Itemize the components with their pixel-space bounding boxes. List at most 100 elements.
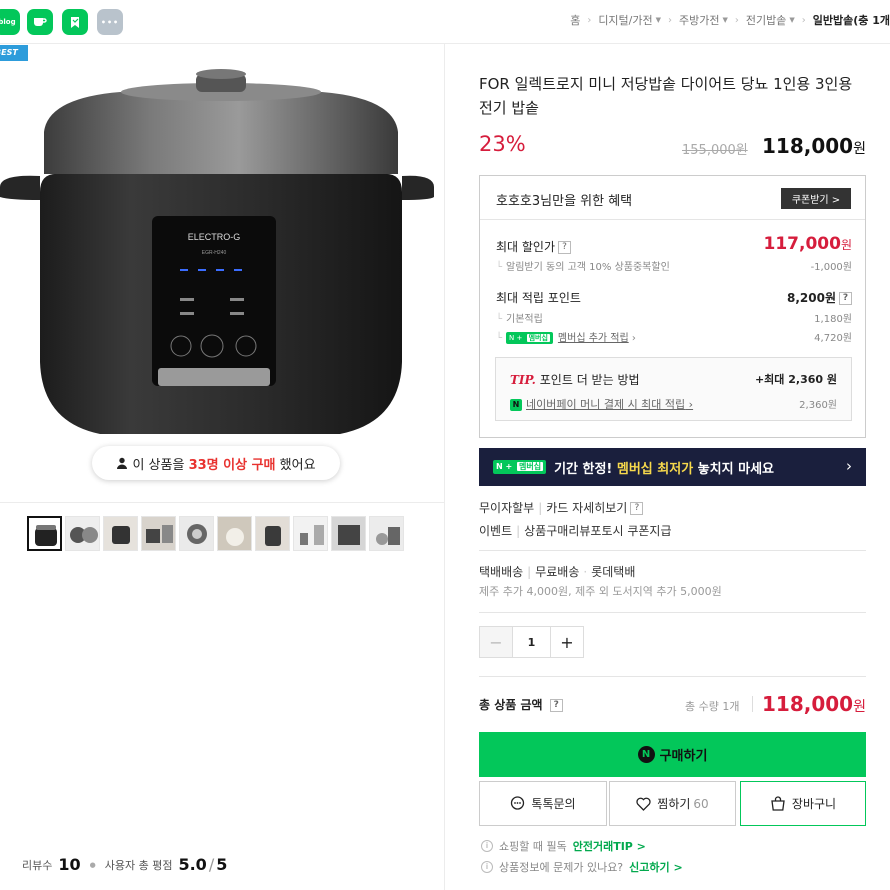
rating-label: 사용자 총 평점 [104,858,173,872]
npay-money-value: 2,360원 [799,400,837,411]
top-bar: blog ••• 홈 › 디지털/가전 ▼ › 주방가전 ▼ › 전기밥솥 ▼ › 일… [0,0,890,44]
cafe-icon[interactable] [27,9,53,35]
thumbnail[interactable] [293,516,328,551]
wish-button[interactable]: 찜하기 60 [609,781,736,826]
sale-price: 118,000원 [762,134,866,158]
separator: · [583,565,588,579]
chevron-right-icon: › [846,457,852,475]
product-main-image[interactable]: ELECTRO-G EGR-H240 [0,62,444,492]
info-icon: i [481,840,493,852]
breadcrumb-ricecooker[interactable]: 전기밥솥 ▼ [746,12,795,28]
basic-points-value: 1,180원 [814,314,852,325]
best-badge: BEST [0,45,28,61]
shopping-bag-icon [771,796,785,811]
chat-bubble-icon [511,796,525,810]
discount-sub-label: 알림받기 동의 고객 10% 상품중복할인 [506,262,670,273]
coupon-button[interactable]: 쿠폰받기 > [781,188,851,209]
benefit-box: 호호호3님만을 위한 혜택 쿠폰받기 > 최대 할인가? 117,000원 └ 알… [479,175,866,438]
basic-points-label: 기본적립 [506,314,543,325]
shipping-free: 무료배송 [535,565,580,579]
thumbnail[interactable] [217,516,252,551]
thumbnail[interactable] [65,516,100,551]
product-brand-text: ELECTRO-G [188,232,241,242]
points-value: 8,200원 [787,291,836,305]
bookmark-icon[interactable] [62,9,88,35]
breadcrumb-kitchen[interactable]: 주방가전 ▼ [679,12,728,28]
help-icon[interactable]: ? [549,699,563,712]
review-count-label: 리뷰수 [22,858,53,872]
membership-points-value: 4,720원 [814,333,852,344]
event-text: 상품구매리뷰포토시 쿠폰지급 [524,524,672,538]
separator: | [516,524,521,538]
review-summary[interactable]: 리뷰수 10 ● 사용자 총 평점 5.0 / 5 [22,855,227,874]
report-text: 상품정보에 문제가 있나요? [499,861,624,874]
thumbnail-strip [27,516,404,551]
caret-down-icon: ▼ [722,16,728,24]
tip-max-points: +최대 2,360 원 [754,373,837,386]
thumbnail[interactable] [369,516,404,551]
total-quantity: 총 수량 1개 [685,700,740,713]
card-detail-link[interactable]: 카드 자세히보기 [546,501,627,515]
thumbnail[interactable] [141,516,176,551]
thumbnail[interactable] [27,516,62,551]
total-price-value: 118,000 [762,692,854,716]
tip-box: TIP. 포인트 더 받는 방법 +최대 2,360 원 N 네이버페이 머니 결제… [495,357,852,421]
membership-banner[interactable]: N + 멤버십 기간 한정! 멤버십 최저가 놓치지 마세요 › [479,448,866,486]
thumbnail[interactable] [103,516,138,551]
basic-points-row: └ 기본적립 1,180원 [496,310,852,325]
help-icon[interactable]: ? [558,241,572,254]
safe-trade-text: 쇼핑할 때 필독 [499,840,567,853]
divider [479,612,866,613]
separator: | [527,565,532,579]
report-note: i 상품정보에 문제가 있나요? 신고하기 > [481,859,683,875]
decrease-button[interactable]: − [480,627,512,657]
membership-points-label: 멤버십 추가 적립 [557,333,629,344]
blog-icon[interactable]: blog [0,9,20,35]
talk-inquiry-button[interactable]: 톡톡문의 [479,781,607,826]
chevron-right-icon: › [631,333,636,344]
discount-sub-value: -1,000원 [810,262,852,273]
person-icon [117,457,128,469]
npay-money-label: 네이버페이 머니 결제 시 최대 적립 [526,398,686,411]
sub-item-hook: └ [496,314,503,325]
breadcrumb-label: 주방가전 [679,14,720,27]
gallery-divider [0,502,444,503]
thumbnail[interactable] [179,516,214,551]
thumbnail[interactable] [331,516,366,551]
quantity-stepper: − 1 + [479,626,584,658]
npay-money-link[interactable]: N 네이버페이 머니 결제 시 최대 적립 › [510,396,693,412]
dot-separator: ● [89,860,96,869]
benefit-title: 호호호3님만을 위한 혜택 [496,194,633,209]
sale-price-value: 118,000 [762,134,854,158]
breadcrumb-current[interactable]: 일반밥솥(충 1개 [813,12,890,28]
info-icon: i [481,861,493,873]
more-icon[interactable]: ••• [97,9,123,35]
buy-button[interactable]: N 구매하기 [479,732,866,777]
separator: | [538,501,543,515]
heart-icon [636,797,651,811]
naver-membership-badge: N + 멤버십 [493,460,547,474]
tip-title: TIP. 포인트 더 받는 방법 [510,371,640,388]
increase-button[interactable]: + [551,627,583,657]
shipping-type: 택배배송 [479,565,524,579]
breadcrumb-digital[interactable]: 디지털/가전 ▼ [598,12,661,28]
breadcrumb-home[interactable]: 홈 [570,12,580,28]
npay-icon: N [510,399,522,411]
help-icon[interactable]: ? [839,292,852,305]
purchase-prefix: 이 상품을 [132,457,185,473]
total-label-group: 총 상품 금액 ? [479,696,563,713]
cart-button[interactable]: 장바구니 [740,781,866,826]
help-icon[interactable]: ? [630,502,644,515]
event-label: 이벤트 [479,524,513,538]
total-label: 총 상품 금액 [479,698,543,712]
sub-item-hook: └ [496,333,503,344]
safe-trade-link[interactable]: 안전거래TIP > [573,838,646,854]
purchase-suffix: 했어요 [279,457,316,473]
original-price: 155,000원 [682,143,748,158]
review-count: 10 [58,855,81,874]
thumbnail[interactable] [255,516,290,551]
report-link[interactable]: 신고하기 > [629,859,683,875]
quantity-value[interactable]: 1 [512,627,551,657]
membership-points-row[interactable]: └ N + 멤버십 멤버십 추가 적립 › 4,720원 [496,329,852,344]
breadcrumb-label: 전기밥솥 [745,14,787,27]
